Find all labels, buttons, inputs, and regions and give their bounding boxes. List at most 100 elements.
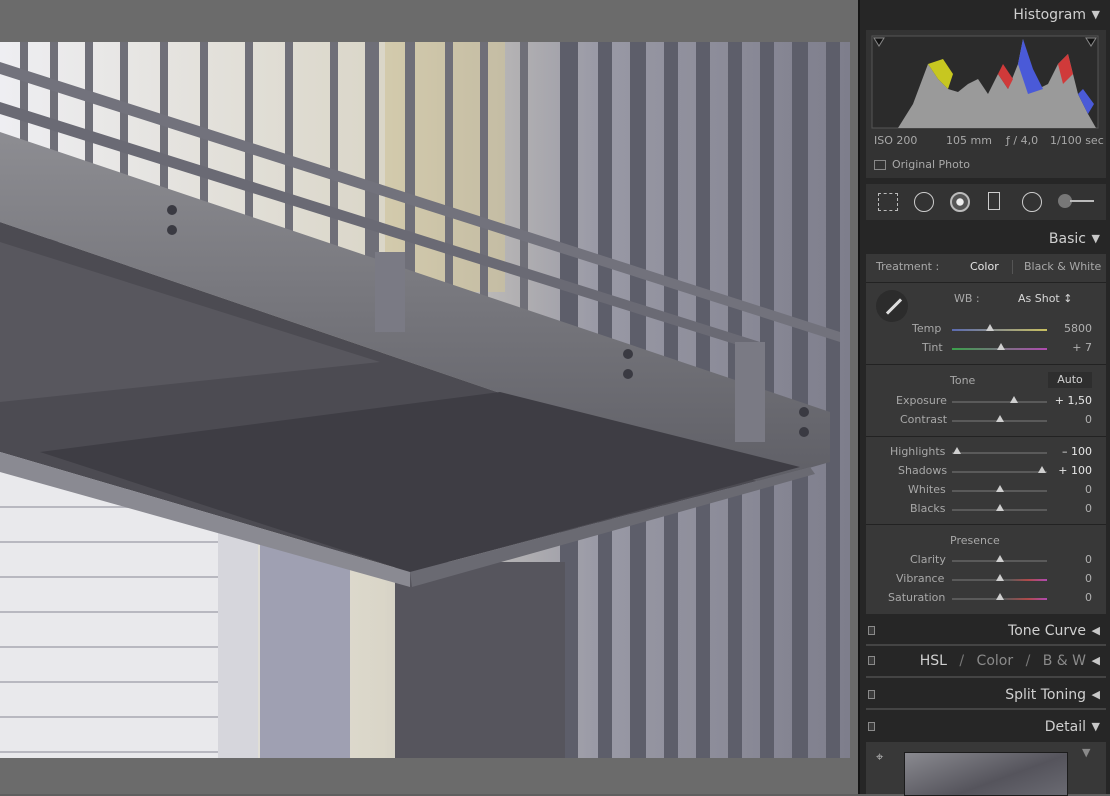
expand-triangle-icon[interactable]: ◀ bbox=[1092, 648, 1100, 674]
exposure-value[interactable]: + 1,50 bbox=[1055, 394, 1092, 407]
tint-label: Tint bbox=[922, 341, 943, 354]
expand-triangle-icon[interactable]: ◀ bbox=[1092, 618, 1100, 644]
exposure-slider-thumb[interactable] bbox=[1009, 396, 1018, 403]
radial-filter-icon[interactable] bbox=[1022, 192, 1042, 212]
histogram-title: Histogram bbox=[1013, 7, 1086, 23]
hsl-tab[interactable]: HSL bbox=[920, 653, 947, 669]
shadows-slider-thumb[interactable] bbox=[1038, 466, 1047, 473]
tint-slider-thumb[interactable] bbox=[997, 343, 1006, 350]
preview-toggle-triangle-icon[interactable]: ▼ bbox=[1082, 746, 1090, 759]
crop-overlay-icon[interactable] bbox=[878, 193, 898, 211]
blacks-label: Blacks bbox=[910, 502, 946, 515]
collapse-triangle-icon[interactable]: ▼ bbox=[1092, 2, 1100, 28]
shutter-readout: 1/100 sec bbox=[1050, 134, 1104, 147]
detail-panel: ⌖ ▼ bbox=[866, 742, 1106, 796]
photo-preview[interactable] bbox=[0, 42, 850, 758]
basic-panel-header[interactable]: Basic ▼ bbox=[866, 226, 1106, 252]
blacks-slider-thumb[interactable] bbox=[995, 504, 1004, 511]
hsl-panel-header[interactable]: HSL / Color / B & W ◀ bbox=[866, 648, 1106, 674]
treatment-label: Treatment : bbox=[876, 260, 940, 273]
histogram-graph bbox=[871, 35, 1099, 129]
auto-tone-button[interactable]: Auto bbox=[1048, 372, 1092, 388]
whites-slider-thumb[interactable] bbox=[995, 485, 1004, 492]
exposure-slider[interactable] bbox=[952, 396, 1047, 403]
clarity-slider-thumb[interactable] bbox=[995, 555, 1004, 562]
temp-value[interactable]: 5800 bbox=[1064, 322, 1092, 335]
clarity-label: Clarity bbox=[910, 553, 946, 566]
white-balance-picker-icon[interactable] bbox=[876, 290, 908, 322]
blacks-slider[interactable] bbox=[952, 504, 1047, 511]
photo-canvas[interactable] bbox=[0, 0, 858, 794]
adjustment-brush-icon[interactable] bbox=[1058, 194, 1094, 208]
tab-separator: / bbox=[1025, 653, 1031, 669]
panel-toggle-switch[interactable] bbox=[868, 626, 875, 635]
saturation-value[interactable]: 0 bbox=[1085, 591, 1092, 604]
graduated-filter-icon[interactable] bbox=[988, 192, 1000, 210]
treatment-bw-button[interactable]: Black & White bbox=[1024, 260, 1101, 273]
panel-toggle-switch[interactable] bbox=[868, 656, 875, 665]
panel-toggle-switch[interactable] bbox=[868, 690, 875, 699]
contrast-value[interactable]: 0 bbox=[1085, 413, 1092, 426]
shadows-label: Shadows bbox=[898, 464, 948, 477]
detail-preview-thumbnail[interactable] bbox=[904, 752, 1068, 796]
vibrance-slider[interactable] bbox=[952, 574, 1047, 581]
tone-curve-title: Tone Curve bbox=[1008, 623, 1086, 639]
highlights-slider-thumb[interactable] bbox=[952, 447, 961, 454]
split-toning-panel-header[interactable]: Split Toning ◀ bbox=[866, 682, 1106, 708]
tone-label: Tone bbox=[950, 374, 976, 387]
shadows-value[interactable]: + 100 bbox=[1058, 464, 1092, 477]
basic-panel: Treatment : Color Black & White WB : As … bbox=[866, 254, 1106, 614]
focal-length-readout: 105 mm bbox=[946, 134, 992, 147]
target-adjustment-icon[interactable]: ⌖ bbox=[876, 750, 883, 765]
panel-toggle-switch[interactable] bbox=[868, 722, 875, 731]
presence-label: Presence bbox=[950, 534, 1000, 547]
color-tab[interactable]: Color bbox=[977, 653, 1014, 669]
contrast-slider[interactable] bbox=[952, 415, 1047, 422]
basic-title: Basic bbox=[1048, 231, 1086, 247]
histogram-box: ISO 200 105 mm ƒ / 4,0 1/100 sec Origina… bbox=[866, 30, 1106, 178]
vibrance-slider-thumb[interactable] bbox=[995, 574, 1004, 581]
tool-strip bbox=[866, 184, 1106, 220]
expand-triangle-icon[interactable]: ◀ bbox=[1092, 682, 1100, 708]
aperture-readout: ƒ / 4,0 bbox=[1006, 134, 1039, 147]
saturation-label: Saturation bbox=[888, 591, 946, 604]
highlights-value[interactable]: – 100 bbox=[1062, 445, 1092, 458]
shadows-slider[interactable] bbox=[952, 466, 1047, 473]
saturation-slider[interactable] bbox=[952, 593, 1047, 600]
treatment-color-button[interactable]: Color bbox=[970, 260, 999, 273]
whites-value[interactable]: 0 bbox=[1085, 483, 1092, 496]
temp-label: Temp bbox=[912, 322, 942, 335]
wb-label: WB : bbox=[954, 292, 980, 305]
spot-removal-icon[interactable] bbox=[914, 192, 934, 212]
tint-value[interactable]: + 7 bbox=[1072, 341, 1092, 354]
whites-label: Whites bbox=[908, 483, 946, 496]
red-eye-icon[interactable] bbox=[950, 192, 970, 212]
collapse-triangle-icon[interactable]: ▼ bbox=[1092, 226, 1100, 252]
saturation-slider-thumb[interactable] bbox=[995, 593, 1004, 600]
collapse-triangle-icon[interactable]: ▼ bbox=[1092, 714, 1100, 740]
tab-separator: / bbox=[959, 653, 965, 669]
temp-slider[interactable] bbox=[952, 324, 1047, 331]
highlights-label: Highlights bbox=[890, 445, 946, 458]
photo-image bbox=[0, 42, 850, 758]
whites-slider[interactable] bbox=[952, 485, 1047, 492]
detail-panel-header[interactable]: Detail ▼ bbox=[866, 714, 1106, 740]
vibrance-label: Vibrance bbox=[896, 572, 945, 585]
exposure-label: Exposure bbox=[896, 394, 947, 407]
clarity-slider[interactable] bbox=[952, 555, 1047, 562]
tone-curve-panel-header[interactable]: Tone Curve ◀ bbox=[866, 618, 1106, 644]
highlights-slider[interactable] bbox=[952, 447, 1047, 454]
wb-select[interactable]: As Shot ↕ bbox=[1018, 292, 1072, 305]
bw-tab[interactable]: B & W bbox=[1043, 653, 1086, 669]
clarity-value[interactable]: 0 bbox=[1085, 553, 1092, 566]
iso-readout: ISO 200 bbox=[874, 134, 918, 147]
contrast-label: Contrast bbox=[900, 413, 948, 426]
blacks-value[interactable]: 0 bbox=[1085, 502, 1092, 515]
contrast-slider-thumb[interactable] bbox=[995, 415, 1004, 422]
vibrance-value[interactable]: 0 bbox=[1085, 572, 1092, 585]
histogram-panel-header[interactable]: Histogram ▼ bbox=[866, 2, 1106, 28]
original-photo-checkbox[interactable] bbox=[874, 160, 886, 170]
temp-slider-thumb[interactable] bbox=[986, 324, 994, 331]
tint-slider[interactable] bbox=[952, 343, 1047, 350]
split-toning-title: Split Toning bbox=[1005, 687, 1086, 703]
